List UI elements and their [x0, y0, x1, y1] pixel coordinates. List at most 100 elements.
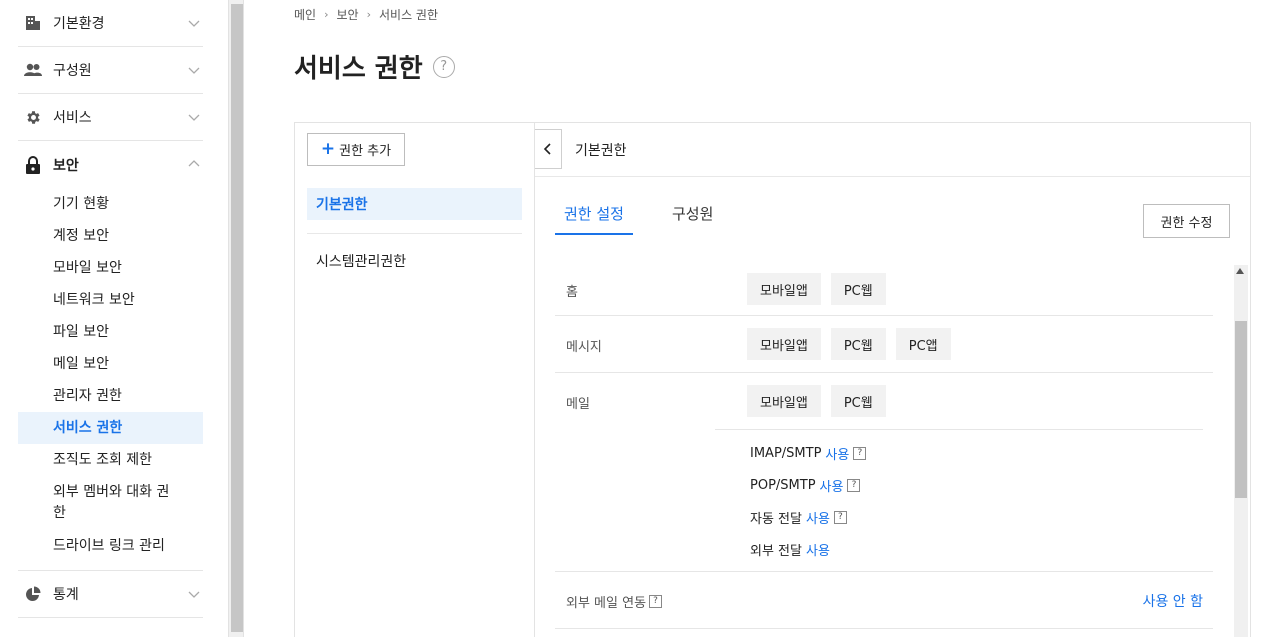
- chevron-up-icon: [188, 160, 200, 167]
- divider: [715, 429, 1203, 430]
- sidebar-scrollbar-thumb[interactable]: [231, 4, 243, 632]
- chip-pc-web: PC웹: [830, 273, 886, 305]
- sidebar-group-label: 통계: [53, 587, 79, 603]
- option-value: 사용: [805, 512, 830, 527]
- help-icon[interactable]: ?: [833, 511, 847, 524]
- option-value: 사용: [819, 480, 844, 495]
- row-label: 메일: [566, 397, 590, 412]
- sidebar-group-members[interactable]: 구성원: [18, 47, 203, 94]
- permission-row-mail: 메일 모바일앱 PC웹 IMAP/SMTP 사용 ? POP/SMTP 사용 ?…: [555, 373, 1213, 572]
- breadcrumb-item-security[interactable]: 보안: [337, 6, 359, 23]
- option-name: POP/SMTP: [750, 478, 816, 493]
- chip-mobile-app: 모바일앱: [747, 385, 821, 417]
- mail-option-pop: POP/SMTP 사용 ?: [750, 476, 861, 495]
- chip-group: 모바일앱 PC웹: [747, 385, 886, 417]
- row-label-text: 외부 메일 연동: [566, 596, 647, 611]
- option-name: 외부 전달: [750, 544, 802, 559]
- breadcrumb-item-current: 서비스 권한: [379, 8, 439, 22]
- gear-icon: [23, 107, 43, 127]
- role-detail: 기본권한 권한 설정 구성원 권한 수정 홈 모바일앱 PC웹 메시지 모바일앱…: [535, 123, 1250, 637]
- breadcrumb: 메인 › 보안 › 서비스 권한: [294, 6, 438, 23]
- breadcrumb-item-main[interactable]: 메인: [294, 6, 316, 23]
- add-permission-button[interactable]: + 권한 추가: [307, 133, 405, 166]
- tab-permission-settings[interactable]: 권한 설정: [555, 203, 633, 235]
- chip-pc-web: PC웹: [830, 385, 886, 417]
- sidebar-item-mail-security[interactable]: 메일 보안: [18, 348, 203, 380]
- detail-scrollbar[interactable]: [1234, 265, 1248, 637]
- sidebar-group-label: 보안: [53, 157, 79, 174]
- edit-permission-button[interactable]: 권한 수정: [1143, 204, 1230, 238]
- sidebar-item-service-permission[interactable]: 서비스 권한: [18, 412, 203, 444]
- row-label: 메시지: [566, 340, 602, 355]
- chip-group: 모바일앱 PC웹: [747, 273, 886, 305]
- permission-rows: 홈 모바일앱 PC웹 메시지 모바일앱 PC웹 PC앱 메일 모바일앱 PC웹 …: [555, 265, 1213, 629]
- sidebar-item-admin-permission[interactable]: 관리자 권한: [18, 380, 203, 412]
- page-title: 서비스 권한 ?: [294, 48, 455, 85]
- sidebar-group-security[interactable]: 보안: [18, 141, 203, 188]
- chevron-down-icon: [188, 20, 200, 27]
- plus-icon: +: [320, 139, 336, 159]
- permission-row-message: 메시지 모바일앱 PC웹 PC앱: [555, 316, 1213, 373]
- role-list: + 권한 추가 기본권한 시스템관리권한: [295, 123, 535, 637]
- chevron-down-icon: [188, 114, 200, 121]
- sidebar-item-org-view-limit[interactable]: 조직도 조회 제한: [18, 444, 203, 476]
- mail-option-auto-forward: 자동 전달 사용 ?: [750, 508, 847, 527]
- sidebar-item-account-security[interactable]: 계정 보안: [18, 220, 203, 252]
- row-value: 사용 안 함: [1142, 594, 1203, 610]
- sidebar-group-service[interactable]: 서비스: [18, 94, 203, 141]
- option-name: IMAP/SMTP: [750, 446, 822, 461]
- building-icon: [23, 13, 43, 33]
- tab-bar: 권한 설정 구성원: [555, 203, 722, 235]
- chevron-down-icon: [188, 67, 200, 74]
- sidebar-group-basic[interactable]: 기본환경: [18, 0, 203, 47]
- chevron-left-icon: [543, 143, 551, 155]
- sidebar-group-label: 구성원: [53, 63, 92, 79]
- sidebar-group-label: 기본환경: [53, 16, 105, 32]
- sidebar-scrollbar[interactable]: [228, 0, 244, 637]
- role-item-default[interactable]: 기본권한: [307, 188, 522, 220]
- app-root: 기본환경 구성원 서비스 보안 기기 현황 계정 보안 모바일 보안 네트워크 …: [0, 0, 1281, 637]
- permission-row-home: 홈 모바일앱 PC웹: [555, 265, 1213, 316]
- page-title-text: 서비스 권한: [294, 54, 423, 84]
- help-icon[interactable]: ?: [853, 447, 867, 460]
- sidebar-item-network-security[interactable]: 네트워크 보안: [18, 284, 203, 316]
- sidebar-item-device-status[interactable]: 기기 현황: [18, 188, 203, 220]
- detail-scrollbar-thumb[interactable]: [1235, 321, 1247, 498]
- tab-members[interactable]: 구성원: [663, 203, 722, 235]
- chevron-right-icon: ›: [324, 8, 329, 21]
- sidebar-group-stats[interactable]: 통계: [18, 571, 203, 618]
- security-submenu: 기기 현황 계정 보안 모바일 보안 네트워크 보안 파일 보안 메일 보안 관…: [18, 188, 203, 571]
- help-icon[interactable]: ?: [649, 595, 663, 608]
- role-detail-header: 기본권한: [535, 123, 1250, 177]
- chip-pc-app: PC앱: [895, 328, 951, 360]
- collapse-button[interactable]: [535, 129, 562, 169]
- sidebar-item-drive-link[interactable]: 드라이브 링크 관리: [18, 530, 203, 562]
- scroll-up-icon[interactable]: [1236, 268, 1244, 274]
- chip-group: 모바일앱 PC웹 PC앱: [747, 328, 951, 360]
- sidebar-item-external-chat[interactable]: 외부 멤버와 대화 권한: [18, 476, 203, 530]
- sidebar-item-mobile-security[interactable]: 모바일 보안: [18, 252, 203, 284]
- lock-icon: [23, 155, 43, 175]
- pie-chart-icon: [23, 584, 43, 604]
- row-label: 외부 메일 연동 ?: [566, 592, 663, 611]
- mail-option-external-forward: 외부 전달 사용: [750, 540, 830, 559]
- sidebar: 기본환경 구성원 서비스 보안 기기 현황 계정 보안 모바일 보안 네트워크 …: [0, 0, 228, 637]
- permission-panel: + 권한 추가 기본권한 시스템관리권한 기본권한 권한 설정 구성원 권한 수…: [294, 122, 1251, 637]
- row-label: 홈: [566, 285, 578, 300]
- option-value: 사용: [805, 544, 830, 559]
- help-icon[interactable]: ?: [432, 55, 455, 78]
- chip-mobile-app: 모바일앱: [747, 273, 821, 305]
- chevron-down-icon: [188, 591, 200, 598]
- mail-option-imap: IMAP/SMTP 사용 ?: [750, 444, 867, 463]
- sidebar-item-file-security[interactable]: 파일 보안: [18, 316, 203, 348]
- add-permission-label: 권한 추가: [339, 144, 392, 159]
- chevron-right-icon: ›: [366, 8, 371, 21]
- option-name: 자동 전달: [750, 512, 802, 527]
- option-value: 사용: [825, 448, 850, 463]
- sidebar-menu: 기본환경 구성원 서비스 보안 기기 현황 계정 보안 모바일 보안 네트워크 …: [18, 0, 203, 618]
- role-item-system-admin[interactable]: 시스템관리권한: [307, 245, 522, 277]
- users-icon: [23, 60, 43, 80]
- help-icon[interactable]: ?: [847, 479, 861, 492]
- main-content: 메인 › 보안 › 서비스 권한 서비스 권한 ? + 권한 추가 기본권한 시…: [245, 0, 1281, 637]
- role-detail-title: 기본권한: [575, 143, 627, 159]
